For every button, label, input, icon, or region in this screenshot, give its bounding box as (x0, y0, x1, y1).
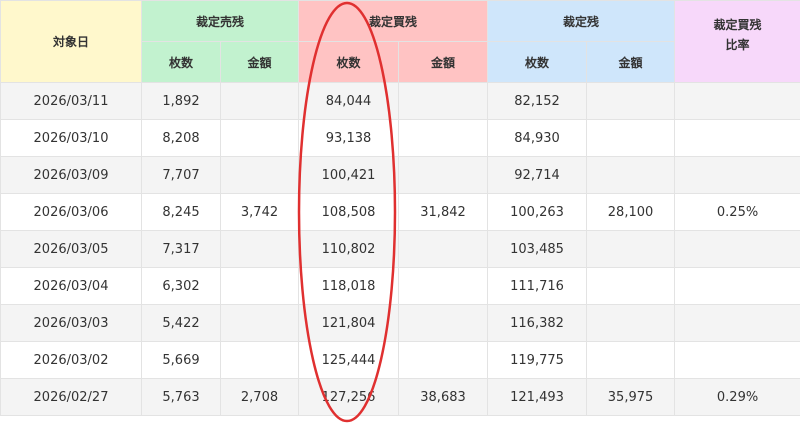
cell-buy-amount (398, 341, 489, 379)
cell-balance-count: 121,493 (487, 378, 588, 416)
arbitrage-balance-view: 対象日 裁定売残 裁定買残 裁定残 裁定買残 比率 枚数 金額 枚数 金額 枚数… (0, 0, 800, 423)
cell-date: 2026/03/09 (0, 156, 142, 194)
cell-buy-amount: 31,842 (398, 193, 489, 231)
header-sell-amount: 金額 (219, 41, 300, 83)
header-buy-ratio-line2: 比率 (725, 38, 750, 52)
cell-date: 2026/02/27 (0, 378, 142, 416)
table-body: 2026/03/11 1,892 84,044 82,152 2026/03/1… (0, 82, 800, 416)
header-balance-count: 枚数 (487, 41, 588, 83)
cell-balance-amount (586, 230, 676, 268)
table-row: 2026/03/02 5,669 125,444 119,775 (0, 341, 800, 379)
cell-balance-amount: 35,975 (586, 378, 676, 416)
cell-balance-count: 82,152 (487, 82, 588, 120)
cell-sell-amount (219, 267, 300, 305)
cell-buy-count: 108,508 (298, 193, 400, 231)
header-sell-count: 枚数 (141, 41, 221, 83)
cell-sell-amount (219, 119, 300, 157)
cell-sell-amount: 2,708 (219, 378, 300, 416)
cell-balance-count: 116,382 (487, 304, 588, 342)
cell-balance-amount (586, 267, 676, 305)
header-balance-amount: 金額 (586, 41, 676, 83)
cell-balance-count: 119,775 (487, 341, 588, 379)
table-row: 2026/03/11 1,892 84,044 82,152 (0, 82, 800, 120)
cell-balance-amount (586, 119, 676, 157)
cell-buy-ratio: 0.29% (674, 378, 800, 416)
cell-sell-amount (219, 341, 300, 379)
cell-buy-count: 110,802 (298, 230, 400, 268)
header-date: 対象日 (0, 0, 142, 83)
header-row-groups: 対象日 裁定売残 裁定買残 裁定残 裁定買残 比率 (0, 0, 800, 83)
table-row: 2026/02/27 5,763 2,708 127,256 38,683 12… (0, 378, 800, 416)
cell-sell-count: 7,317 (141, 230, 221, 268)
cell-sell-count: 7,707 (141, 156, 221, 194)
cell-buy-ratio (674, 119, 800, 157)
cell-sell-amount: 3,742 (219, 193, 300, 231)
cell-buy-ratio (674, 304, 800, 342)
cell-balance-amount (586, 304, 676, 342)
cell-buy-amount: 38,683 (398, 378, 489, 416)
cell-sell-amount (219, 82, 300, 120)
cell-sell-count: 6,302 (141, 267, 221, 305)
cell-balance-count: 92,714 (487, 156, 588, 194)
header-sell-balance: 裁定売残 (140, 0, 300, 42)
header-buy-count: 枚数 (298, 41, 400, 83)
cell-sell-count: 1,892 (141, 82, 221, 120)
cell-buy-ratio (674, 230, 800, 268)
table-row: 2026/03/04 6,302 118,018 111,716 (0, 267, 800, 305)
cell-buy-ratio (674, 156, 800, 194)
cell-buy-count: 127,256 (298, 378, 400, 416)
cell-date: 2026/03/02 (0, 341, 142, 379)
cell-sell-amount (219, 156, 300, 194)
cell-sell-amount (219, 304, 300, 342)
cell-buy-count: 121,804 (298, 304, 400, 342)
cell-buy-amount (398, 267, 489, 305)
cell-balance-amount (586, 82, 676, 120)
table-row: 2026/03/03 5,422 121,804 116,382 (0, 304, 800, 342)
cell-date: 2026/03/11 (0, 82, 142, 120)
table-header: 対象日 裁定売残 裁定買残 裁定残 裁定買残 比率 枚数 金額 枚数 金額 枚数… (0, 0, 800, 83)
cell-balance-count: 100,263 (487, 193, 588, 231)
cell-buy-count: 118,018 (298, 267, 400, 305)
cell-date: 2026/03/04 (0, 267, 142, 305)
cell-buy-amount (398, 119, 489, 157)
header-buy-ratio-line1: 裁定買残 (713, 18, 762, 32)
cell-sell-count: 8,208 (141, 119, 221, 157)
cell-sell-count: 5,422 (141, 304, 221, 342)
cell-buy-count: 125,444 (298, 341, 400, 379)
cell-balance-amount (586, 156, 676, 194)
cell-balance-amount (586, 341, 676, 379)
cell-date: 2026/03/10 (0, 119, 142, 157)
cell-buy-amount (398, 230, 489, 268)
cell-buy-count: 93,138 (298, 119, 400, 157)
cell-balance-amount: 28,100 (586, 193, 676, 231)
cell-date: 2026/03/05 (0, 230, 142, 268)
header-buy-balance: 裁定買残 (298, 0, 489, 42)
header-buy-amount: 金額 (398, 41, 489, 83)
cell-buy-ratio (674, 341, 800, 379)
header-buy-ratio: 裁定買残 比率 (674, 0, 800, 83)
table-row: 2026/03/05 7,317 110,802 103,485 (0, 230, 800, 268)
table-row: 2026/03/06 8,245 3,742 108,508 31,842 10… (0, 193, 800, 231)
arbitrage-balance-table: 対象日 裁定売残 裁定買残 裁定残 裁定買残 比率 枚数 金額 枚数 金額 枚数… (0, 0, 800, 416)
cell-buy-count: 84,044 (298, 82, 400, 120)
cell-sell-count: 5,763 (141, 378, 221, 416)
cell-sell-amount (219, 230, 300, 268)
cell-date: 2026/03/06 (0, 193, 142, 231)
header-net-balance: 裁定残 (487, 0, 676, 42)
cell-buy-ratio: 0.25% (674, 193, 800, 231)
cell-buy-count: 100,421 (298, 156, 400, 194)
cell-balance-count: 84,930 (487, 119, 588, 157)
table-row: 2026/03/10 8,208 93,138 84,930 (0, 119, 800, 157)
cell-buy-amount (398, 304, 489, 342)
cell-date: 2026/03/03 (0, 304, 142, 342)
cell-balance-count: 103,485 (487, 230, 588, 268)
cell-sell-count: 8,245 (141, 193, 221, 231)
cell-balance-count: 111,716 (487, 267, 588, 305)
cell-buy-amount (398, 82, 489, 120)
cell-sell-count: 5,669 (141, 341, 221, 379)
table-row: 2026/03/09 7,707 100,421 92,714 (0, 156, 800, 194)
cell-buy-ratio (674, 267, 800, 305)
cell-buy-amount (398, 156, 489, 194)
cell-buy-ratio (674, 82, 800, 120)
